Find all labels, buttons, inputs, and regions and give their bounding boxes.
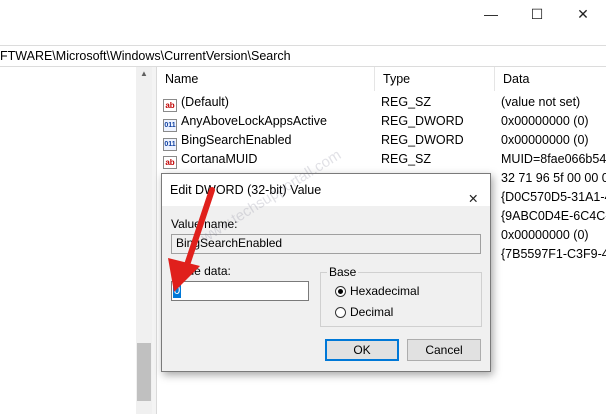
value-data: (value not set) xyxy=(501,95,581,109)
close-icon: ✕ xyxy=(468,192,479,206)
value-type: REG_SZ xyxy=(381,95,432,109)
value-data: 0x00000000 (0) xyxy=(501,228,589,242)
value-name-cell: ab (Default) xyxy=(163,93,229,112)
edit-dword-dialog: Edit DWORD (32-bit) Value ✕ Value name: … xyxy=(161,173,491,372)
value-data: 0x00000000 (0) xyxy=(501,133,589,147)
value-data-selected-text: 0 xyxy=(173,283,181,298)
value-type: REG_DWORD xyxy=(381,114,464,128)
dialog-close-button[interactable]: ✕ xyxy=(460,178,486,206)
value-name-cell: ab CortanaMUID xyxy=(163,150,257,169)
decimal-radio[interactable]: Decimal xyxy=(335,305,393,319)
string-value-icon: ab xyxy=(163,99,177,112)
column-header-type[interactable]: Type xyxy=(375,67,495,91)
scrollbar-thumb[interactable] xyxy=(137,343,151,401)
value-data-input[interactable]: 0 xyxy=(171,281,309,301)
value-name: BingSearchEnabled xyxy=(181,133,292,147)
value-data: 0x00000000 (0) xyxy=(501,114,589,128)
scroll-up-icon[interactable]: ▲ xyxy=(136,69,152,78)
cancel-button[interactable]: Cancel xyxy=(407,339,481,361)
maximize-button[interactable]: ☐ xyxy=(514,0,560,28)
hexadecimal-radio[interactable]: Hexadecimal xyxy=(335,284,419,298)
decimal-label: Decimal xyxy=(350,305,394,319)
minimize-button[interactable]: — xyxy=(468,0,514,28)
value-data: {9ABC0D4E-6C4C-4 xyxy=(501,209,606,223)
value-name: AnyAboveLockAppsActive xyxy=(181,114,327,128)
value-name-cell: 011 BingSearchEnabled xyxy=(163,131,292,151)
key-tree-pane[interactable] xyxy=(0,67,152,414)
close-button[interactable]: ✕ xyxy=(560,0,606,28)
list-row[interactable]: 011 AnyAboveLockAppsActive REG_DWORD 0x00… xyxy=(157,112,606,132)
ok-button[interactable]: OK xyxy=(325,339,399,361)
hexadecimal-label: Hexadecimal xyxy=(350,284,420,298)
value-data: {7B5597F1-C3F9-4A xyxy=(501,247,606,261)
value-name: (Default) xyxy=(181,95,229,109)
value-name-cell: 011 AnyAboveLockAppsActive xyxy=(163,112,327,132)
value-name: CortanaMUID xyxy=(181,152,258,166)
list-row[interactable]: 011 BingSearchEnabled REG_DWORD 0x0000000… xyxy=(157,131,606,151)
base-group: Base Hexadecimal Decimal xyxy=(320,265,482,327)
string-value-icon: ab xyxy=(163,156,177,169)
column-header-name[interactable]: Name xyxy=(157,67,375,91)
value-data-label: Value data: xyxy=(171,264,231,278)
address-path: FTWARE\Microsoft\Windows\CurrentVersion\… xyxy=(0,49,291,63)
close-icon: ✕ xyxy=(577,5,589,22)
dialog-titlebar: Edit DWORD (32-bit) Value ✕ xyxy=(162,174,490,206)
radio-unchecked-icon xyxy=(335,306,346,318)
tree-scrollbar[interactable]: ▲ xyxy=(136,67,152,414)
radio-checked-icon xyxy=(335,285,346,297)
minimize-icon: — xyxy=(484,6,498,22)
value-data: {D0C570D5-31A1-4 xyxy=(501,190,606,204)
value-data: MUID=8fae066b54b xyxy=(501,152,606,166)
value-type: REG_SZ xyxy=(381,152,432,166)
column-header-data[interactable]: Data xyxy=(495,67,606,91)
base-group-label: Base xyxy=(327,265,359,279)
window-titlebar: — ☐ ✕ xyxy=(0,0,606,28)
value-type: REG_DWORD xyxy=(381,133,464,147)
value-data: 32 71 96 5f 00 00 00 xyxy=(501,171,606,185)
list-row[interactable]: ab (Default) REG_SZ (value not set) xyxy=(157,93,606,112)
maximize-icon: ☐ xyxy=(530,5,544,22)
address-bar[interactable]: FTWARE\Microsoft\Windows\CurrentVersion\… xyxy=(0,45,606,67)
list-row[interactable]: ab CortanaMUID REG_SZ MUID=8fae066b54b xyxy=(157,150,606,169)
